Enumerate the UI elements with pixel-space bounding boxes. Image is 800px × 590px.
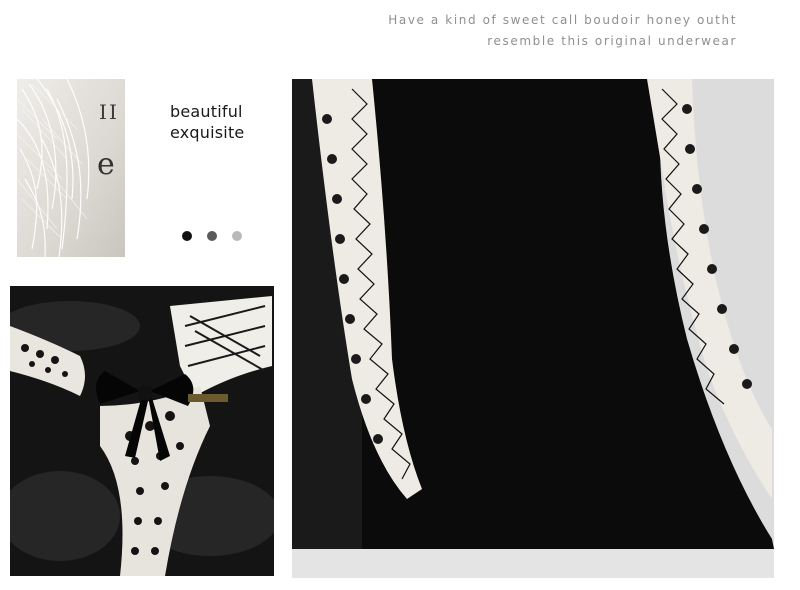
carousel-dot-1[interactable] bbox=[182, 231, 192, 241]
feather-photo: I I e bbox=[17, 79, 125, 257]
caption-line-1: beautiful bbox=[170, 102, 243, 121]
caption-line-2: exquisite bbox=[170, 123, 245, 142]
tagline: Have a kind of sweet call boudoir honey … bbox=[388, 10, 737, 52]
carousel-dot-2[interactable] bbox=[207, 231, 217, 241]
svg-text:I: I bbox=[109, 100, 117, 124]
carousel-dots bbox=[182, 231, 242, 241]
main-detail-photo bbox=[292, 79, 774, 578]
carousel-dot-3[interactable] bbox=[232, 231, 242, 241]
tagline-line-1: Have a kind of sweet call boudoir honey … bbox=[388, 13, 737, 27]
svg-text:I: I bbox=[99, 100, 107, 124]
product-detail-page: Have a kind of sweet call boudoir honey … bbox=[0, 0, 800, 590]
bow-detail-photo bbox=[10, 286, 274, 576]
svg-text:e: e bbox=[97, 147, 115, 182]
caption: beautiful exquisite bbox=[170, 101, 244, 143]
tagline-line-2: resemble this original underwear bbox=[487, 34, 737, 48]
